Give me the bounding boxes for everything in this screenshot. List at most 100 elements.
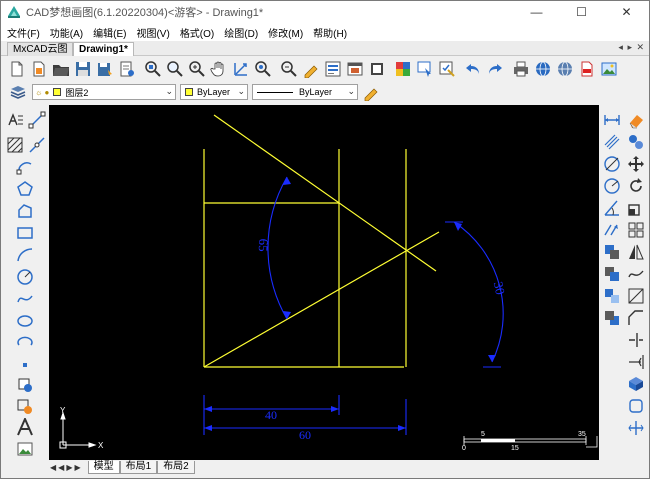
spline-icon[interactable] bbox=[15, 289, 35, 309]
join-icon[interactable] bbox=[626, 396, 646, 416]
insert-block-icon[interactable] bbox=[15, 375, 35, 395]
new-template-icon[interactable] bbox=[28, 58, 50, 80]
ellipse-icon[interactable] bbox=[15, 311, 35, 331]
export-image-icon[interactable] bbox=[598, 58, 620, 80]
make-block-icon[interactable] bbox=[15, 397, 35, 417]
pan-hand-icon[interactable] bbox=[208, 58, 230, 80]
last-tab-arrow-icon[interactable]: ▶ bbox=[74, 463, 80, 472]
web-globe-icon[interactable] bbox=[532, 58, 554, 80]
tab-drawing1[interactable]: Drawing1* bbox=[73, 42, 134, 56]
move-icon[interactable] bbox=[626, 154, 646, 174]
extend-icon[interactable] bbox=[626, 352, 646, 372]
save-as-icon[interactable] bbox=[94, 58, 116, 80]
drawing-canvas[interactable]: 65 30 40 60 Y X 5 35 0 15 bbox=[49, 105, 599, 460]
dim-radius-icon[interactable] bbox=[602, 176, 622, 196]
xline-icon[interactable] bbox=[27, 135, 47, 155]
menu-file[interactable]: 文件(F) bbox=[7, 25, 40, 40]
dim-continue-icon[interactable] bbox=[602, 220, 622, 240]
zoom-out-icon[interactable] bbox=[278, 58, 300, 80]
arc-icon[interactable] bbox=[15, 157, 35, 177]
zoom-extents-icon[interactable] bbox=[230, 58, 252, 80]
dim-linear-icon[interactable] bbox=[602, 110, 622, 130]
design-center-icon[interactable] bbox=[344, 58, 366, 80]
new-file-icon[interactable] bbox=[6, 58, 28, 80]
trim-icon[interactable] bbox=[626, 330, 646, 350]
bring-front-icon[interactable] bbox=[602, 286, 622, 306]
first-tab-arrow-icon[interactable]: ◀ bbox=[50, 463, 56, 472]
explode-icon[interactable] bbox=[626, 418, 646, 438]
color-palette-icon[interactable] bbox=[392, 58, 414, 80]
match-layer-icon[interactable] bbox=[360, 81, 382, 103]
color-swatch bbox=[185, 88, 193, 96]
polygon-icon[interactable] bbox=[15, 179, 35, 199]
insert-image-icon[interactable] bbox=[15, 439, 35, 459]
rotate-icon[interactable] bbox=[626, 176, 646, 196]
ellipse-arc-icon[interactable] bbox=[15, 333, 35, 353]
array-icon[interactable] bbox=[626, 220, 646, 240]
text-style-icon[interactable] bbox=[5, 110, 25, 130]
send-back-icon[interactable] bbox=[602, 308, 622, 328]
dim-aligned-icon[interactable] bbox=[602, 132, 622, 152]
print-icon[interactable] bbox=[510, 58, 532, 80]
tab-mxcad-cloud[interactable]: MxCAD云图 bbox=[7, 42, 74, 56]
layer-select[interactable]: ☼ ● 图层2 ⌄ bbox=[32, 84, 176, 100]
print-setup-icon[interactable] bbox=[116, 58, 138, 80]
multiline-text-icon[interactable] bbox=[15, 417, 35, 437]
hatch-icon[interactable] bbox=[5, 135, 25, 155]
line-icon[interactable] bbox=[27, 110, 47, 130]
zoom-window-icon[interactable] bbox=[142, 58, 164, 80]
redo-icon[interactable] bbox=[484, 58, 506, 80]
menu-help[interactable]: 帮助(H) bbox=[313, 25, 347, 40]
scale-icon[interactable] bbox=[626, 198, 646, 218]
dim-diameter-icon[interactable] bbox=[602, 154, 622, 174]
undo-icon[interactable] bbox=[462, 58, 484, 80]
menu-view[interactable]: 视图(V) bbox=[136, 25, 169, 40]
zoom-in-icon[interactable] bbox=[186, 58, 208, 80]
color-select[interactable]: ByLayer ⌄ bbox=[180, 84, 248, 100]
circle-icon[interactable] bbox=[15, 267, 35, 287]
minimize-button[interactable]: — bbox=[514, 1, 559, 23]
stretch-icon[interactable] bbox=[626, 286, 646, 306]
layer-stack-icon[interactable] bbox=[602, 242, 622, 262]
save-icon[interactable] bbox=[72, 58, 94, 80]
rectangle-icon[interactable] bbox=[15, 223, 35, 243]
menu-function[interactable]: 功能(A) bbox=[50, 25, 83, 40]
prev-tab-arrow-icon[interactable]: ◀ bbox=[58, 463, 64, 472]
menu-format[interactable]: 格式(O) bbox=[180, 25, 214, 40]
point-icon[interactable] bbox=[15, 355, 35, 375]
chamfer-icon[interactable] bbox=[626, 308, 646, 328]
next-tab-arrow-icon[interactable]: ▶ bbox=[66, 463, 72, 472]
copy-icon[interactable] bbox=[626, 132, 646, 152]
layer-manager-icon[interactable] bbox=[7, 81, 29, 103]
properties-icon[interactable] bbox=[322, 58, 344, 80]
tab-scroll-controls[interactable]: ◂ ▸ ✕ bbox=[618, 42, 645, 53]
erase-icon[interactable] bbox=[626, 110, 646, 130]
drawing-svg[interactable]: 65 30 40 60 Y X 5 35 0 15 bbox=[49, 105, 599, 460]
tab-layout2[interactable]: 布局2 bbox=[157, 460, 195, 474]
open-folder-icon[interactable] bbox=[50, 58, 72, 80]
maximize-button[interactable]: ☐ bbox=[559, 1, 604, 23]
zoom-previous-icon[interactable] bbox=[252, 58, 274, 80]
tab-layout1[interactable]: 布局1 bbox=[119, 460, 158, 474]
mirror-icon[interactable] bbox=[626, 242, 646, 262]
linetype-select[interactable]: ByLayer ⌄ bbox=[252, 84, 358, 100]
menu-edit[interactable]: 编辑(E) bbox=[93, 25, 126, 40]
tab-model[interactable]: 模型 bbox=[87, 460, 120, 474]
polyline-icon[interactable] bbox=[15, 201, 35, 221]
solid-box-icon[interactable] bbox=[626, 374, 646, 394]
dim-angular-icon[interactable] bbox=[602, 198, 622, 218]
menu-draw[interactable]: 绘图(D) bbox=[224, 25, 258, 40]
web-publish-icon[interactable] bbox=[554, 58, 576, 80]
match-properties-icon[interactable] bbox=[300, 58, 322, 80]
close-button[interactable]: ✕ bbox=[604, 1, 649, 23]
zoom-realtime-icon[interactable] bbox=[164, 58, 186, 80]
arc-3point-icon[interactable] bbox=[15, 245, 35, 265]
quick-select-icon[interactable] bbox=[436, 58, 458, 80]
menu-modify[interactable]: 修改(M) bbox=[268, 25, 303, 40]
select-object-icon[interactable] bbox=[414, 58, 436, 80]
window-controls: — ☐ ✕ bbox=[514, 1, 649, 23]
break-icon[interactable] bbox=[626, 264, 646, 284]
draw-order-icon[interactable] bbox=[602, 264, 622, 284]
block-icon[interactable] bbox=[366, 58, 388, 80]
export-pdf-icon[interactable] bbox=[576, 58, 598, 80]
